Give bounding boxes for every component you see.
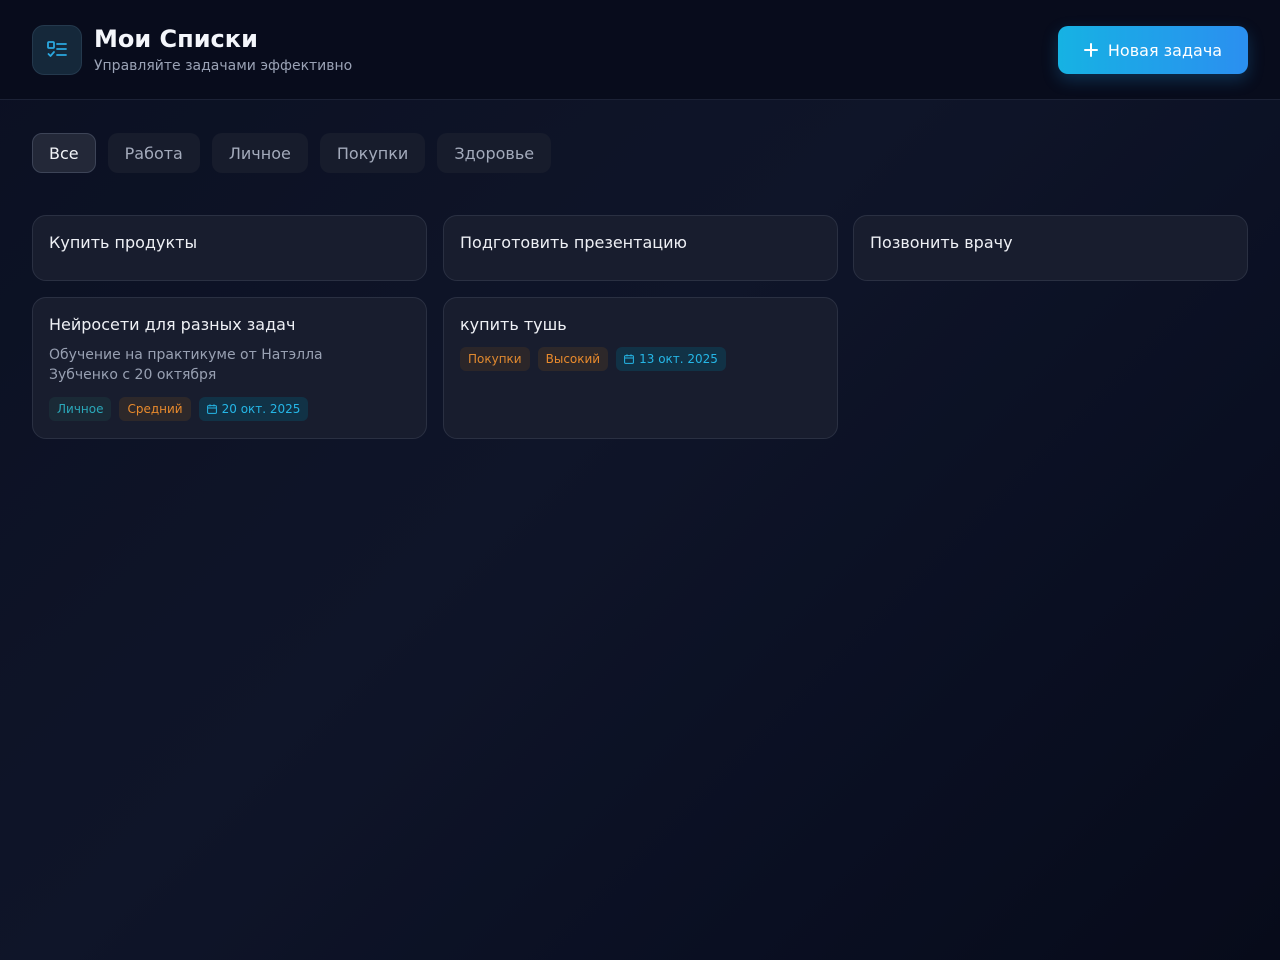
task-title: купить тушь <box>460 315 567 334</box>
task-description: Обучение на практикуме от Натэлла Зубчен… <box>49 347 323 383</box>
tab-personal[interactable]: Личное <box>211 133 308 173</box>
due-date-text: 20 окт. 2025 <box>221 402 301 416</box>
plus-icon <box>1083 43 1098 57</box>
page-subtitle: Управляйте задачами эффективно <box>94 58 353 74</box>
category-filter-tabs: Все Работа Личное Покупки Здоровье <box>32 133 552 173</box>
tab-health[interactable]: Здоровье <box>437 133 552 173</box>
task-title: Позвонить врачу <box>870 233 1013 252</box>
app-logo <box>32 25 82 75</box>
due-date-badge: 20 окт. 2025 <box>198 397 309 421</box>
calendar-icon <box>624 354 635 364</box>
task-tags: Личное Средний 20 окт. 2025 <box>49 397 410 421</box>
due-date-badge: 13 окт. 2025 <box>616 347 726 371</box>
app-header: Мои Списки Управляйте задачами эффективн… <box>0 0 1280 100</box>
task-card[interactable]: Позвонить врачу <box>853 215 1248 281</box>
task-tags: Покупки Высокий 13 окт. 2025 <box>460 347 821 371</box>
task-card[interactable]: Нейросети для разных задач Обучение на п… <box>32 297 427 439</box>
due-date-text: 13 окт. 2025 <box>639 352 718 366</box>
task-card[interactable]: Купить продукты <box>32 215 427 281</box>
tab-shopping[interactable]: Покупки <box>319 133 426 173</box>
new-task-button[interactable]: Новая задача <box>1058 26 1248 74</box>
new-task-label: Новая задача <box>1107 40 1223 60</box>
task-title: Нейросети для разных задач <box>49 315 296 334</box>
task-title: Подготовить презентацию <box>460 233 688 252</box>
category-badge: Покупки <box>460 347 530 371</box>
checklist-icon <box>47 41 67 57</box>
category-badge: Личное <box>49 397 112 421</box>
page-title: Мои Списки <box>94 25 258 53</box>
task-card[interactable]: купить тушь Покупки Высокий 13 окт. 2025 <box>443 297 838 439</box>
priority-badge: Средний <box>119 397 191 421</box>
task-card[interactable]: Подготовить презентацию <box>443 215 838 281</box>
task-title: Купить продукты <box>49 233 198 252</box>
priority-badge: Высокий <box>537 347 609 371</box>
tab-work[interactable]: Работа <box>107 133 200 173</box>
calendar-icon <box>206 404 217 414</box>
tab-all[interactable]: Все <box>32 133 96 173</box>
